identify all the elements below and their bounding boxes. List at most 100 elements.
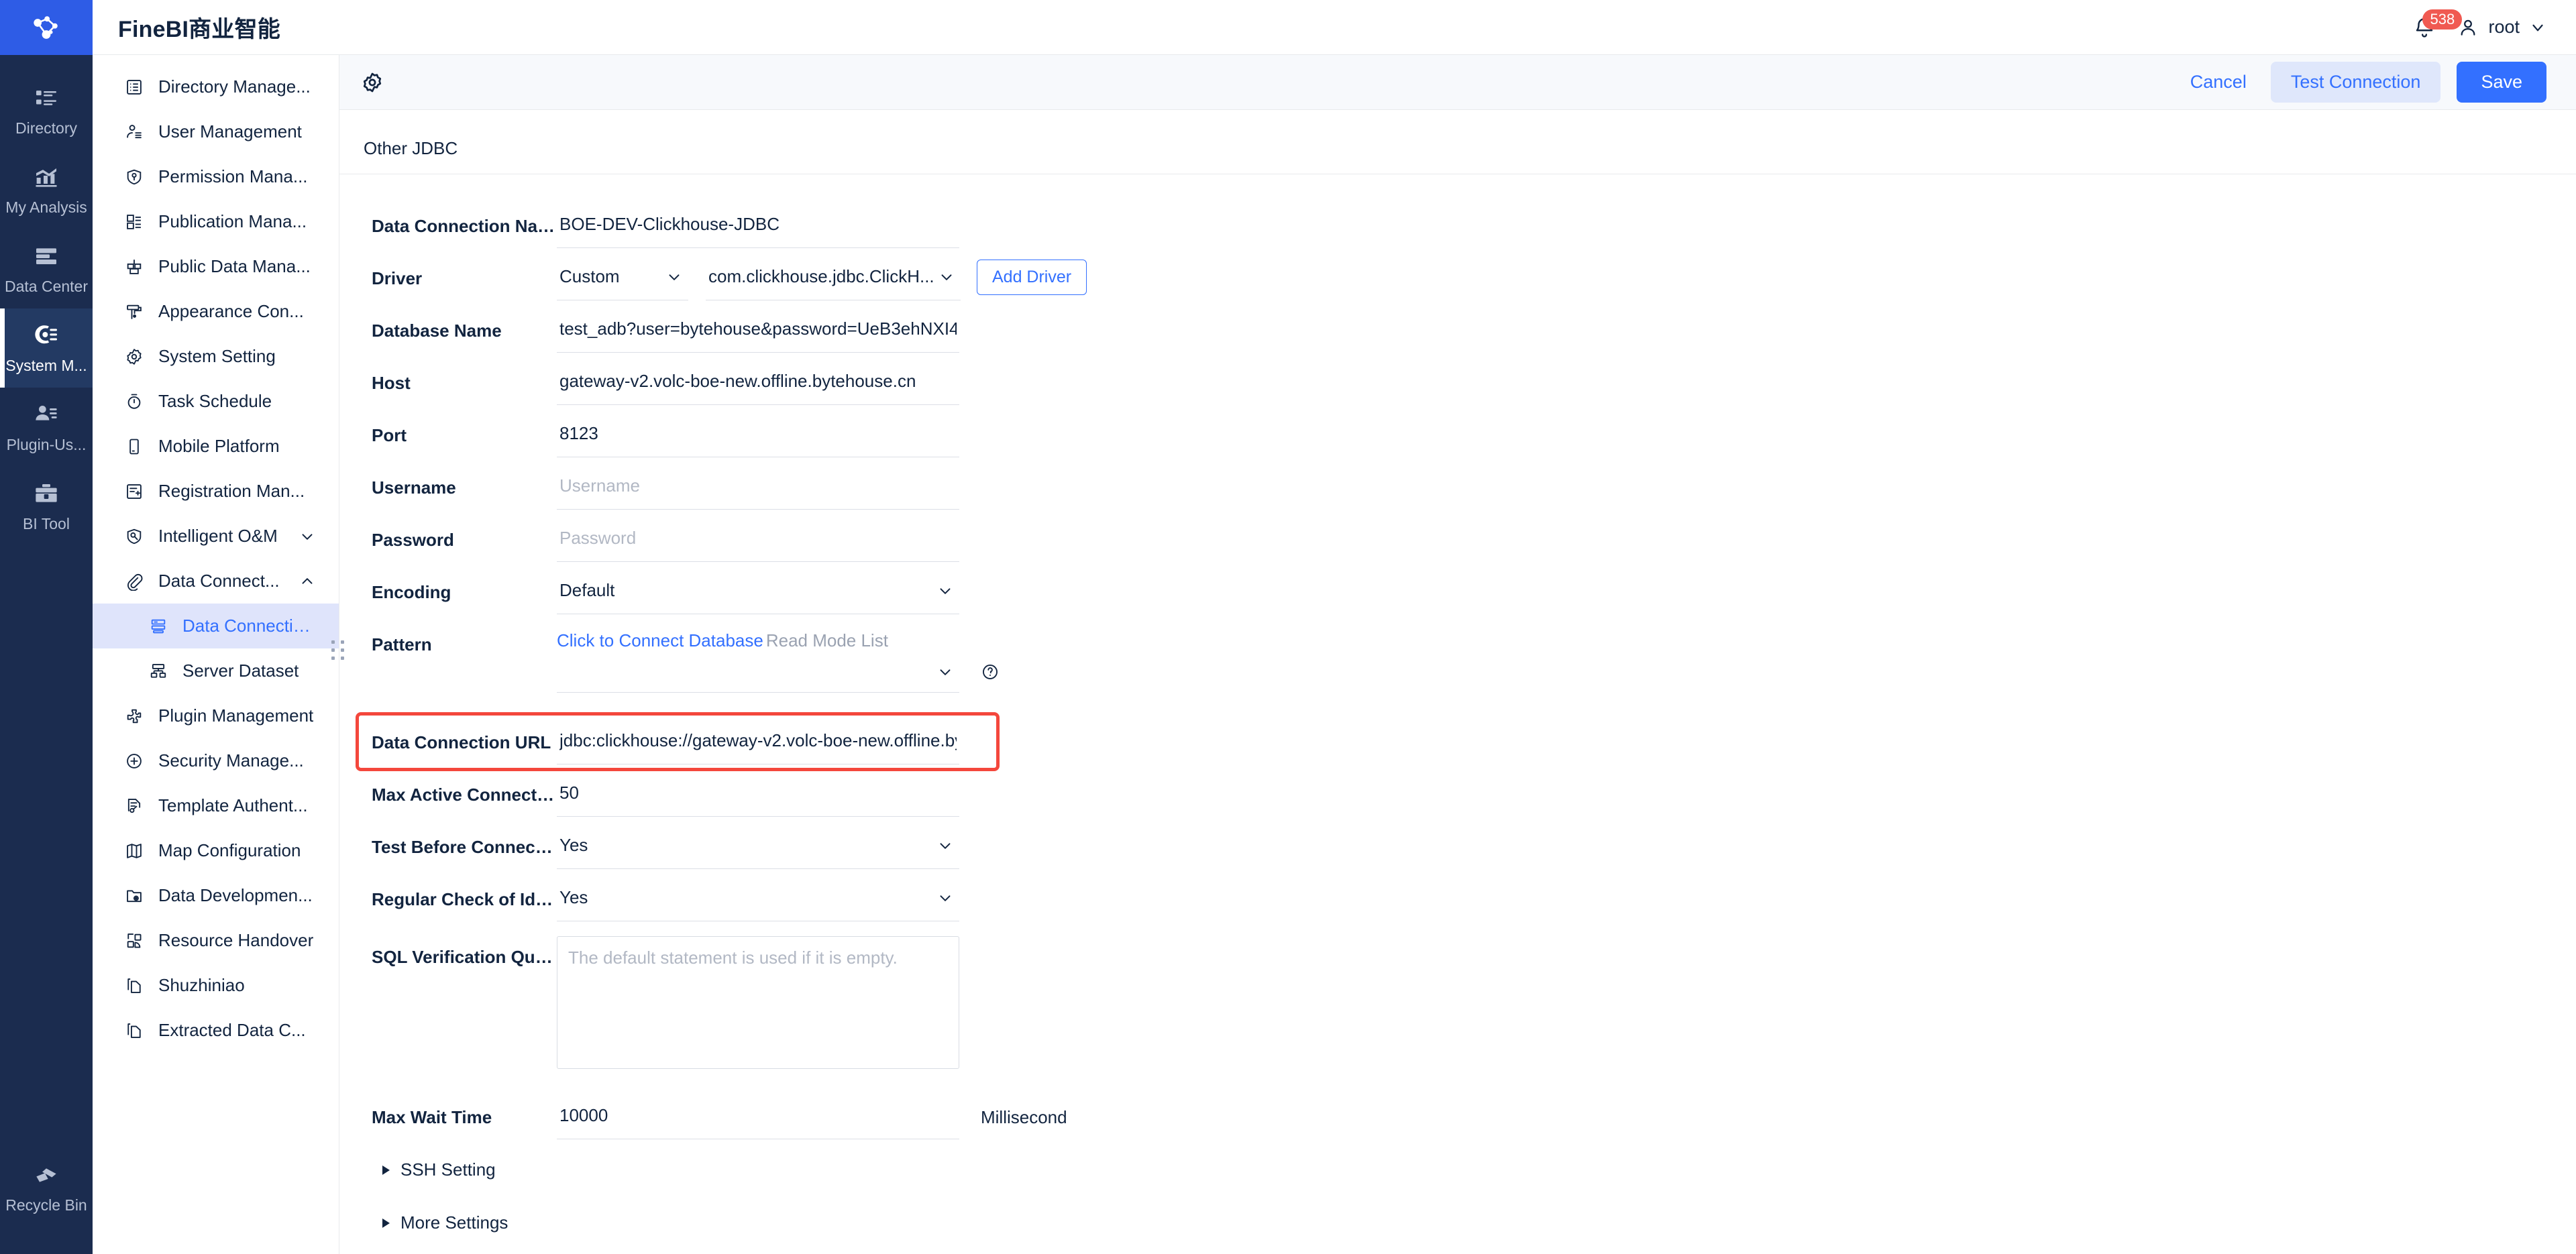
rail-item-recycle-bin[interactable]: Recycle Bin (0, 1148, 93, 1227)
rail-item-plugin-user[interactable]: Plugin-Us... (0, 388, 93, 467)
sql-verification-query-textarea[interactable] (557, 936, 959, 1069)
sidebar-item-data-connection-group[interactable]: Data Connect... (93, 559, 339, 604)
row-spacer (372, 1139, 2576, 1147)
field-control (557, 362, 959, 405)
sidebar-item-map-configuration[interactable]: Map Configuration (93, 828, 339, 873)
rail-item-system-management[interactable]: System M... (0, 308, 93, 388)
paint-roller-icon (125, 302, 144, 321)
field-max-active-connection: Max Active Connection (372, 774, 2576, 817)
registration-icon (125, 482, 144, 501)
sidebar-item-label: Data Connectio... (182, 616, 315, 636)
sidebar-item-system-setting[interactable]: System Setting (93, 334, 339, 379)
row-spacer (372, 353, 2576, 362)
host-input[interactable] (557, 362, 959, 405)
row-spacer (372, 405, 2576, 414)
rail-item-label: My Analysis (5, 198, 87, 216)
connection-form: Data Connection Name Driver Custom (339, 174, 2576, 1245)
pattern-links: Click to Connect Database Read Mode List (557, 624, 959, 651)
sidebar-item-shuzhiniao[interactable]: Shuzhiniao (93, 963, 339, 1008)
sidebar-item-public-data-management[interactable]: Public Data Mana... (93, 244, 339, 289)
sidebar-item-directory-management[interactable]: Directory Manage... (93, 64, 339, 109)
sidebar-item-resource-handover[interactable]: Resource Handover (93, 918, 339, 963)
gear-icon (125, 347, 144, 366)
sidebar-resize-handle[interactable] (331, 640, 345, 660)
row-spacer (372, 764, 2576, 774)
field-control: Click to Connect Database Read Mode List (557, 624, 998, 693)
field-label: Username (372, 477, 456, 498)
pattern-select[interactable] (557, 655, 959, 693)
data-connection-name-input[interactable] (557, 205, 959, 248)
more-settings-toggle[interactable]: More Settings (372, 1200, 2576, 1245)
chevron-up-icon[interactable] (299, 573, 316, 590)
row-spacer (372, 562, 2576, 571)
connect-database-link[interactable]: Click to Connect Database (557, 630, 763, 651)
save-button[interactable]: Save (2457, 62, 2546, 103)
test-before-connection-select[interactable]: Yes (557, 826, 959, 869)
sidebar-item-task-schedule[interactable]: Task Schedule (93, 379, 339, 424)
rail-item-bi-tool[interactable]: BI Tool (0, 467, 93, 546)
field-control (557, 519, 959, 562)
row-spacer (372, 1192, 2576, 1200)
publication-icon (125, 213, 144, 231)
rail-item-directory[interactable]: Directory (0, 71, 93, 150)
sidebar-item-label: System Setting (158, 346, 276, 366)
sidebar-item-appearance-configuration[interactable]: Appearance Con... (93, 289, 339, 334)
test-connection-button[interactable]: Test Connection (2270, 62, 2441, 103)
sidebar-item-label: Appearance Con... (158, 301, 304, 321)
gear-icon[interactable] (361, 71, 384, 94)
mobile-icon (125, 437, 144, 456)
database-name-input[interactable] (557, 310, 959, 353)
dot (341, 640, 344, 644)
sidebar-item-label: Publication Mana... (158, 211, 307, 231)
sidebar-item-permission-management[interactable]: Permission Mana... (93, 154, 339, 199)
sidebar-item-user-management[interactable]: User Management (93, 109, 339, 154)
question-circle-icon[interactable] (981, 663, 1000, 681)
user-menu[interactable]: root (2457, 17, 2546, 38)
encoding-value: Default (559, 580, 615, 600)
driver-class-select[interactable]: com.clickhouse.jdbc.ClickH... (706, 258, 961, 300)
field-label: Max Wait Time (372, 1107, 492, 1127)
field-label: Data Connection Name (372, 216, 557, 236)
field-host: Host (372, 362, 2576, 405)
regular-check-idle-select[interactable]: Yes (557, 878, 959, 921)
ssh-setting-toggle[interactable]: SSH Setting (372, 1147, 2576, 1192)
cancel-button[interactable]: Cancel (2182, 65, 2255, 99)
rail-item-label: BI Tool (23, 514, 70, 532)
sidebar-item-plugin-management[interactable]: Plugin Management (93, 693, 339, 738)
sidebar-item-data-development[interactable]: Data Developmen... (93, 873, 339, 918)
rail-item-my-analysis[interactable]: My Analysis (0, 150, 93, 229)
sidebar-item-security-management[interactable]: Security Manage... (93, 738, 339, 783)
encoding-select[interactable]: Default (557, 571, 959, 614)
password-input[interactable] (557, 519, 959, 562)
notifications-button[interactable]: 538 (2409, 9, 2463, 43)
field-control: Yes (557, 878, 959, 921)
add-driver-button[interactable]: Add Driver (977, 260, 1087, 295)
field-control (557, 310, 959, 353)
sidebar-item-label: Data Developmen... (158, 885, 313, 905)
username-input[interactable] (557, 467, 959, 510)
sidebar-item-registration-management[interactable]: Registration Man... (93, 469, 339, 514)
chevron-down-icon[interactable] (299, 528, 316, 545)
field-control (557, 414, 959, 457)
sidebar-item-data-connection[interactable]: Data Connectio... (93, 604, 339, 648)
app-logo[interactable] (0, 0, 93, 55)
sidebar-item-server-dataset[interactable]: Server Dataset (93, 648, 339, 693)
sidebar-item-publication-management[interactable]: Publication Mana... (93, 199, 339, 244)
port-input[interactable] (557, 414, 959, 457)
max-active-connection-input[interactable] (557, 774, 959, 817)
driver-type-select[interactable]: Custom (557, 258, 688, 300)
sidebar-item-intelligent-om[interactable]: Intelligent O&M (93, 514, 339, 559)
row-spacer (372, 510, 2576, 519)
toolbar-actions: Cancel Test Connection Save (2182, 62, 2546, 103)
max-wait-time-input[interactable] (557, 1096, 959, 1139)
copy-file-icon (125, 976, 144, 995)
paperclip-icon (125, 572, 144, 591)
rail-item-data-center[interactable]: Data Center (0, 229, 93, 308)
chevron-down-icon (936, 837, 954, 854)
directory-icon (33, 84, 60, 111)
sidebar-item-template-authentication[interactable]: Template Authent... (93, 783, 339, 828)
data-connection-url-input[interactable] (557, 722, 959, 764)
sidebar-item-mobile-platform[interactable]: Mobile Platform (93, 424, 339, 469)
sidebar-item-extracted-data-cache[interactable]: Extracted Data C... (93, 1008, 339, 1053)
dot (341, 648, 344, 652)
